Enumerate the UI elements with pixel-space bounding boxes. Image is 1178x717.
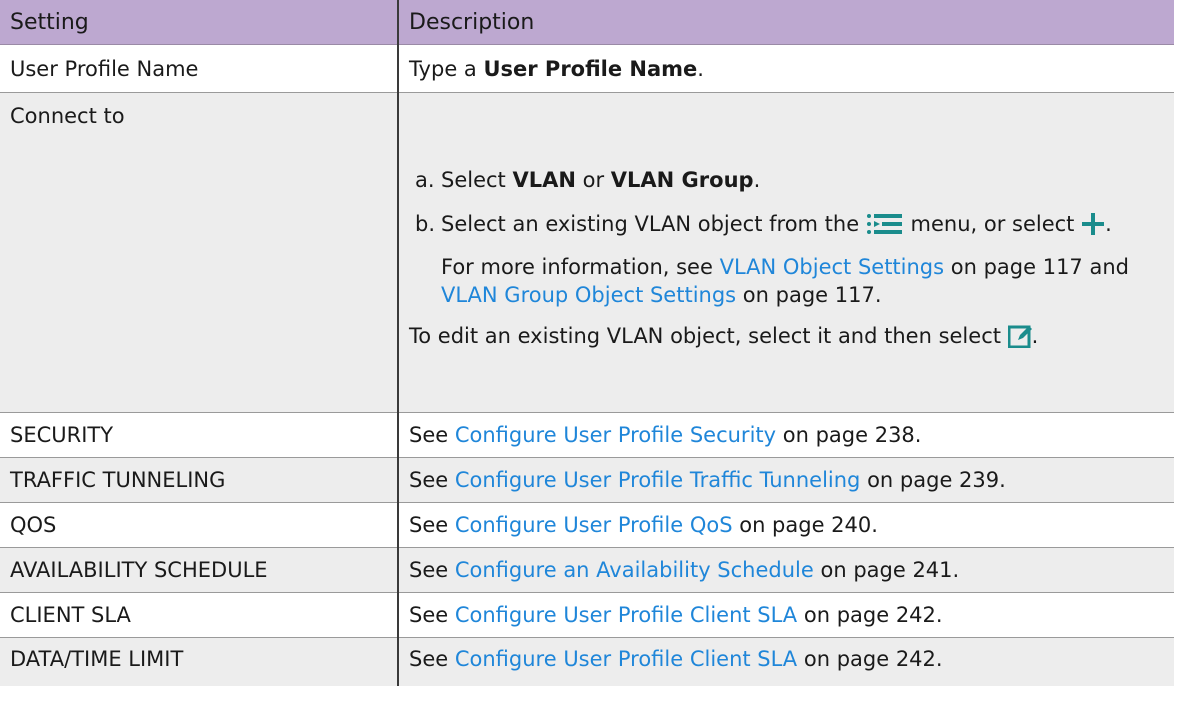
edit-instruction: To edit an existing VLAN object, select … xyxy=(409,321,1164,351)
configure-client-sla-link[interactable]: Configure User Profile Client SLA xyxy=(455,603,797,627)
setting-cell: AVAILABILITY SCHEDULE xyxy=(0,547,399,593)
setting-cell: CLIENT SLA xyxy=(0,592,399,638)
step-marker: b. xyxy=(415,211,436,236)
note-text: on page 117 and xyxy=(944,254,1129,279)
table-row: Connect to a. Select VLAN or VLAN Group.… xyxy=(0,92,1174,413)
vlan-object-settings-link[interactable]: VLAN Object Settings xyxy=(720,255,945,279)
description-text: on page 240. xyxy=(732,513,878,537)
setting-cell: QOS xyxy=(0,502,399,548)
table-row: CLIENT SLA See Configure User Profile Cl… xyxy=(0,592,1174,638)
step-item: b. Select an existing VLAN object from t… xyxy=(409,209,1164,239)
description-text: See xyxy=(409,558,455,582)
description-cell: See Configure User Profile Client SLA on… xyxy=(398,592,1174,638)
step-marker: a. xyxy=(415,167,435,192)
configure-qos-link[interactable]: Configure User Profile QoS xyxy=(455,513,733,537)
vlan-group-object-settings-link[interactable]: VLAN Group Object Settings xyxy=(441,283,736,307)
description-text: See xyxy=(409,513,455,537)
step-text: Select an existing VLAN object from the xyxy=(441,211,866,236)
description-text: Type a xyxy=(409,56,484,81)
note-text: For more information, see xyxy=(441,254,720,279)
table-row: DATA/TIME LIMIT See Configure User Profi… xyxy=(0,637,1174,686)
plus-icon[interactable] xyxy=(1081,212,1105,236)
table-row: TRAFFIC TUNNELING See Configure User Pro… xyxy=(0,457,1174,503)
description-cell: See Configure User Profile QoS on page 2… xyxy=(398,502,1174,548)
setting-cell: Connect to xyxy=(0,92,399,413)
description-text: on page 242. xyxy=(797,603,943,627)
table-row: QOS See Configure User Profile QoS on pa… xyxy=(0,502,1174,548)
description-text: See xyxy=(409,468,455,492)
list-menu-icon[interactable] xyxy=(866,212,904,236)
setting-cell: SECURITY xyxy=(0,412,399,458)
description-text: . xyxy=(697,56,704,81)
description-cell: See Configure an Availability Schedule o… xyxy=(398,547,1174,593)
setting-cell: DATA/TIME LIMIT xyxy=(0,637,399,686)
configure-traffic-tunneling-link[interactable]: Configure User Profile Traffic Tunneling xyxy=(455,468,861,492)
step-list: a. Select VLAN or VLAN Group. b. Select … xyxy=(409,165,1164,239)
step-text: . xyxy=(753,167,761,192)
description-text: See xyxy=(409,423,455,447)
description-text: on page 238. xyxy=(776,423,922,447)
edit-icon[interactable] xyxy=(1007,324,1032,348)
description-text: See xyxy=(409,647,455,671)
description-cell: See Configure User Profile Security on p… xyxy=(398,412,1174,458)
description-cell: Type a User Profile Name. xyxy=(398,44,1174,93)
edit-text: To edit an existing VLAN object, select … xyxy=(409,323,1008,348)
description-text: on page 242. xyxy=(797,647,943,671)
settings-table: Setting Description User Profile Name Ty… xyxy=(0,0,1174,686)
step-text: . xyxy=(1105,211,1112,236)
column-header-description: Description xyxy=(398,0,1174,45)
step-item: a. Select VLAN or VLAN Group. xyxy=(409,165,1164,195)
table-row: User Profile Name Type a User Profile Na… xyxy=(0,44,1174,93)
description-cell: See Configure User Profile Client SLA on… xyxy=(398,637,1174,686)
description-cell: a. Select VLAN or VLAN Group. b. Select … xyxy=(398,92,1174,413)
configure-availability-schedule-link[interactable]: Configure an Availability Schedule xyxy=(455,558,814,582)
description-cell: See Configure User Profile Traffic Tunne… xyxy=(398,457,1174,503)
column-header-setting: Setting xyxy=(0,0,399,45)
description-text: on page 239. xyxy=(860,468,1006,492)
edit-text: . xyxy=(1031,323,1039,348)
step-text: Select xyxy=(441,167,513,192)
description-text: See xyxy=(409,603,455,627)
step-text: or xyxy=(575,167,611,192)
table-row: SECURITY See Configure User Profile Secu… xyxy=(0,412,1174,458)
setting-cell: User Profile Name xyxy=(0,44,399,93)
description-text: on page 241. xyxy=(813,558,960,582)
configure-security-link[interactable]: Configure User Profile Security xyxy=(455,423,776,447)
setting-cell: TRAFFIC TUNNELING xyxy=(0,457,399,503)
more-info-note: For more information, see VLAN Object Se… xyxy=(409,253,1164,309)
table-header-row: Setting Description xyxy=(0,0,1174,45)
step-bold: VLAN Group xyxy=(610,167,754,192)
description-bold: User Profile Name xyxy=(483,56,698,81)
configure-client-sla-link[interactable]: Configure User Profile Client SLA xyxy=(455,647,797,671)
step-text: menu, or select xyxy=(903,211,1082,236)
step-bold: VLAN xyxy=(512,167,576,192)
note-text: on page 117. xyxy=(736,282,882,307)
table-row: AVAILABILITY SCHEDULE See Configure an A… xyxy=(0,547,1174,593)
